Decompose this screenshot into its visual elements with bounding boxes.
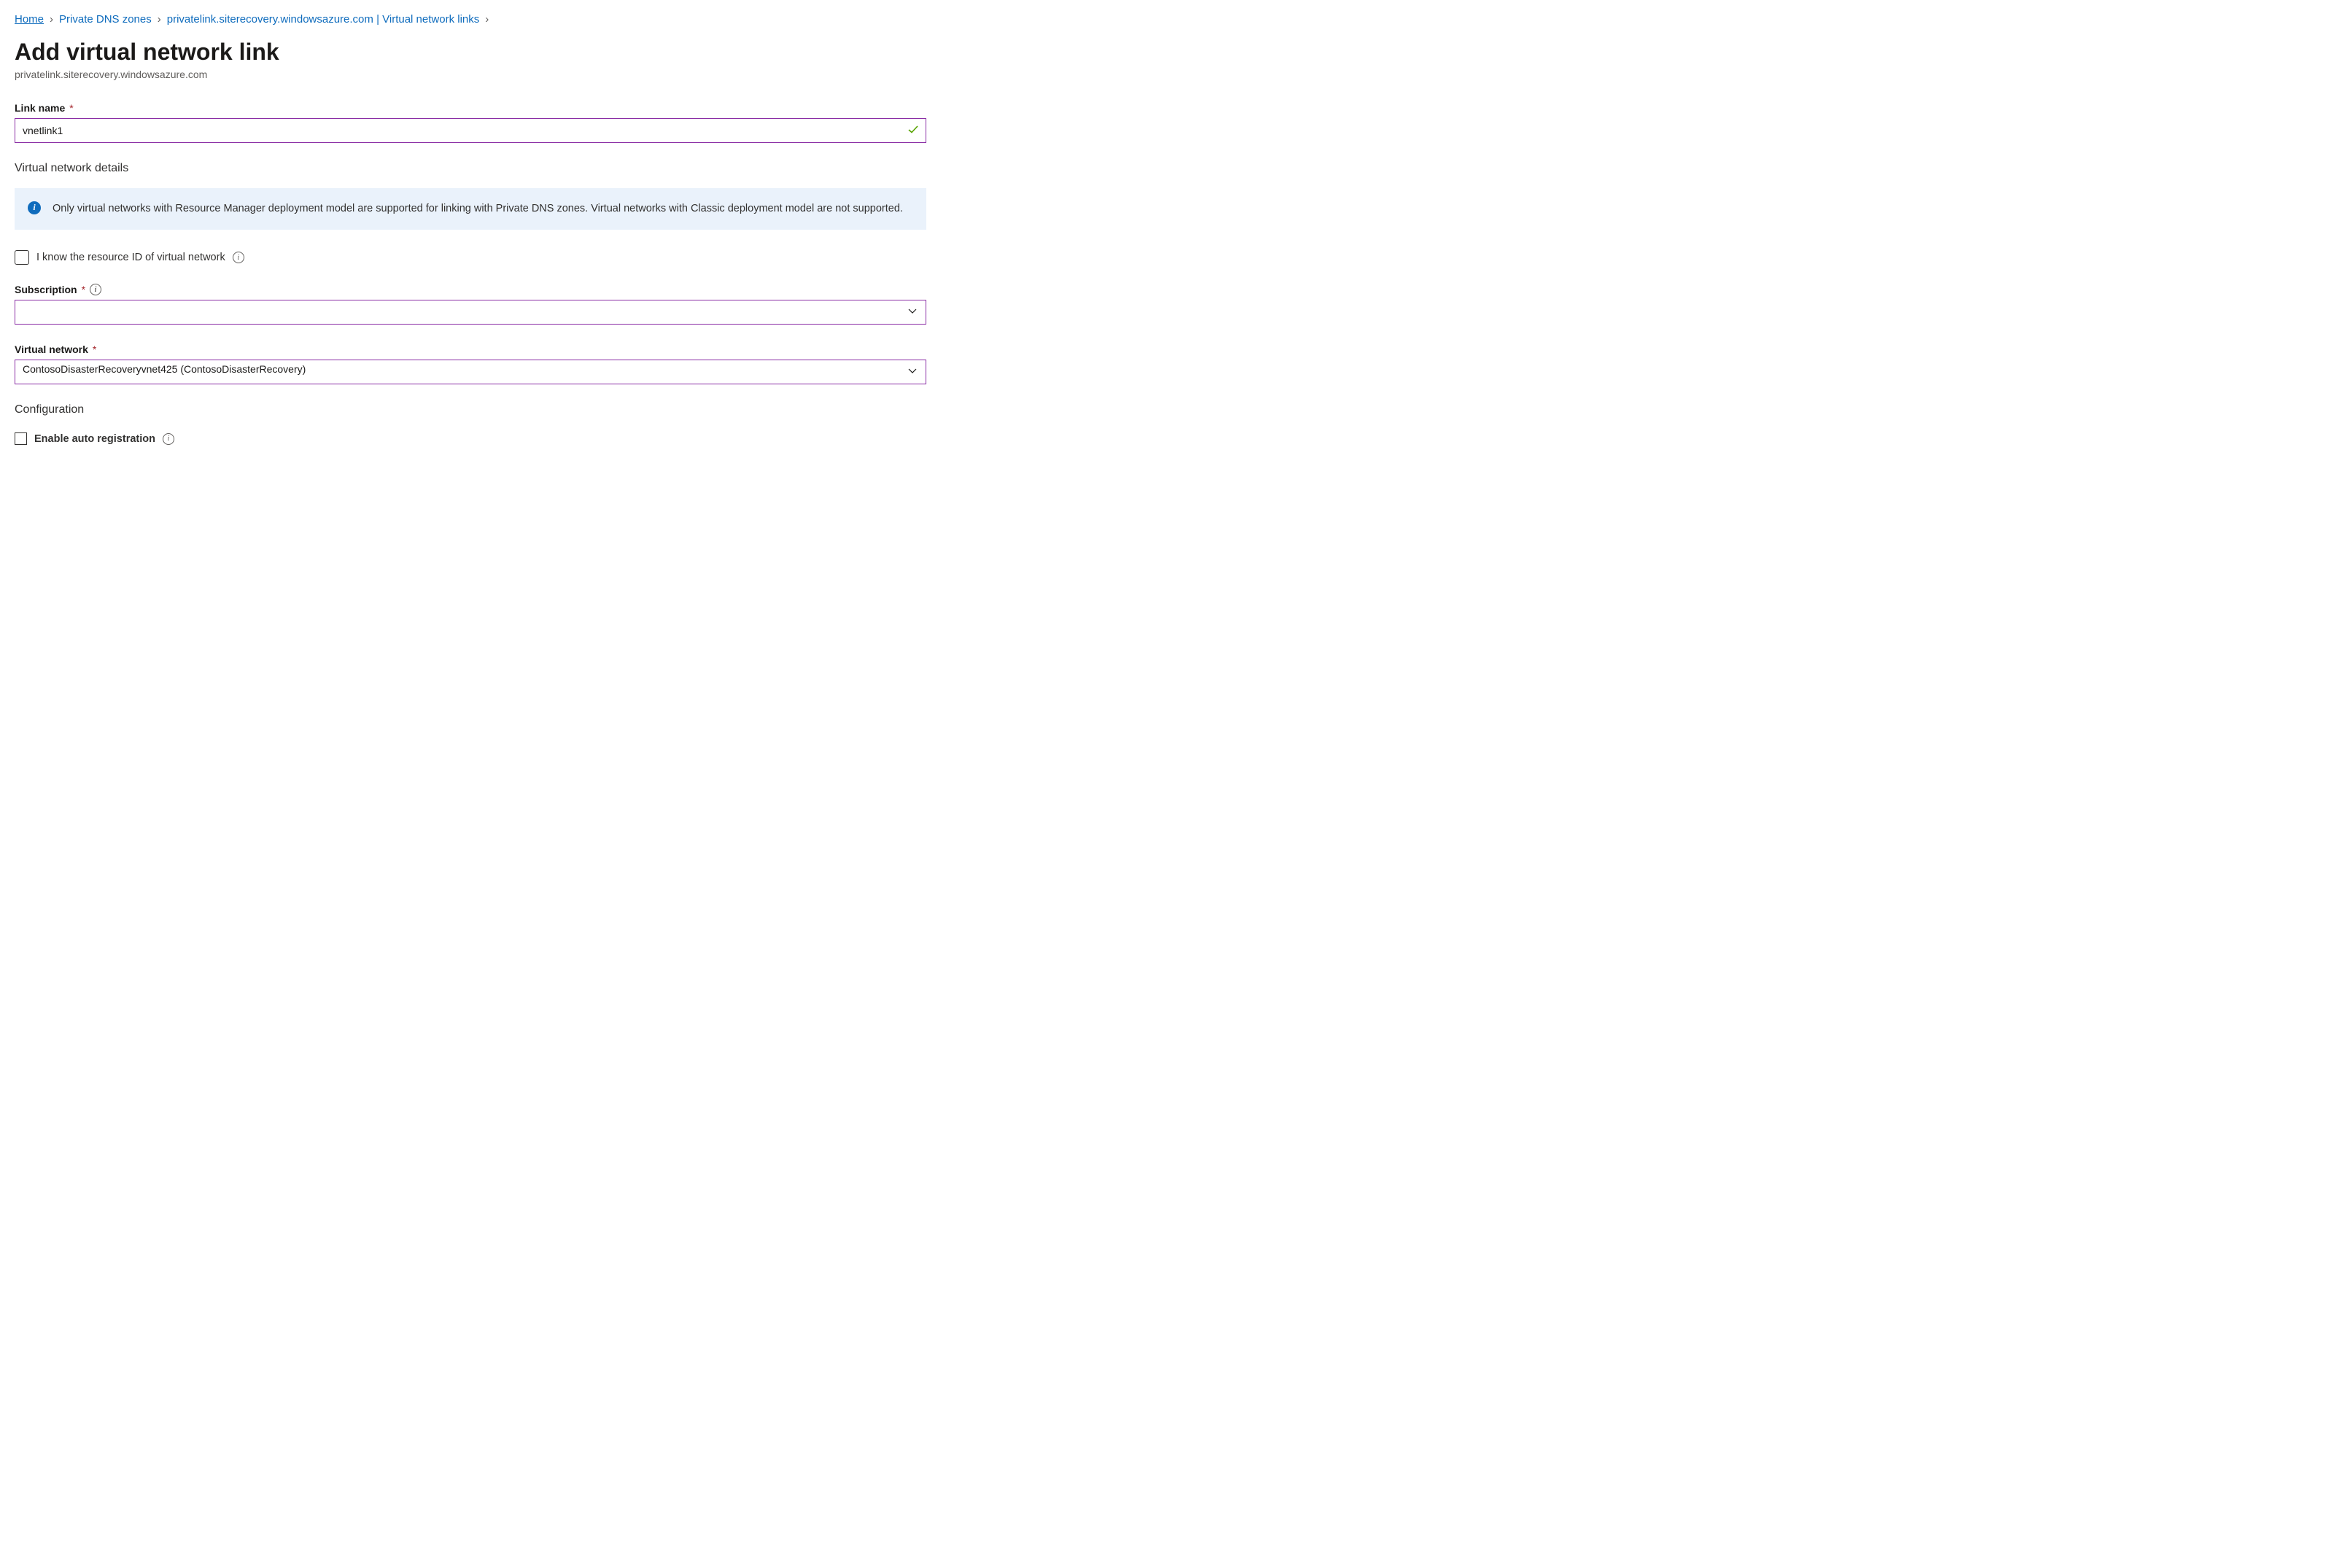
subscription-label: Subscription * i xyxy=(15,284,2327,295)
link-name-input[interactable] xyxy=(15,118,926,143)
chevron-right-icon: › xyxy=(485,13,489,26)
page-title: Add virtual network link xyxy=(15,39,2327,66)
required-asterisk: * xyxy=(82,284,85,295)
breadcrumb-home[interactable]: Home xyxy=(15,13,44,26)
configuration-heading: Configuration xyxy=(15,403,2327,416)
link-name-label: Link name * xyxy=(15,102,2327,114)
breadcrumb-dns-zones[interactable]: Private DNS zones xyxy=(59,13,152,26)
virtual-network-label: Virtual network * xyxy=(15,344,2327,355)
know-resource-id-label: I know the resource ID of virtual networ… xyxy=(36,252,225,263)
know-resource-id-row: I know the resource ID of virtual networ… xyxy=(15,250,2327,265)
required-asterisk: * xyxy=(93,344,96,355)
virtual-network-details-heading: Virtual network details xyxy=(15,162,2327,175)
virtual-network-select[interactable]: ContosoDisasterRecoveryvnet425 (ContosoD… xyxy=(15,360,926,384)
breadcrumb-zone-links[interactable]: privatelink.siterecovery.windowsazure.co… xyxy=(167,13,480,26)
enable-auto-registration-checkbox[interactable] xyxy=(15,432,27,445)
info-box: i Only virtual networks with Resource Ma… xyxy=(15,188,926,230)
info-tooltip-icon[interactable]: i xyxy=(233,252,244,263)
page-subtitle: privatelink.siterecovery.windowsazure.co… xyxy=(15,69,2327,80)
enable-auto-registration-label: Enable auto registration xyxy=(34,433,155,445)
required-asterisk: * xyxy=(69,102,73,114)
info-icon: i xyxy=(28,201,41,214)
chevron-right-icon: › xyxy=(50,13,53,26)
info-tooltip-icon[interactable]: i xyxy=(163,433,174,445)
know-resource-id-checkbox[interactable] xyxy=(15,250,29,265)
chevron-right-icon: › xyxy=(158,13,161,26)
subscription-select[interactable] xyxy=(15,300,926,325)
breadcrumb: Home › Private DNS zones › privatelink.s… xyxy=(15,13,2327,26)
enable-auto-registration-row: Enable auto registration i xyxy=(15,432,2327,445)
info-box-text: Only virtual networks with Resource Mana… xyxy=(53,203,903,214)
info-tooltip-icon[interactable]: i xyxy=(90,284,101,295)
